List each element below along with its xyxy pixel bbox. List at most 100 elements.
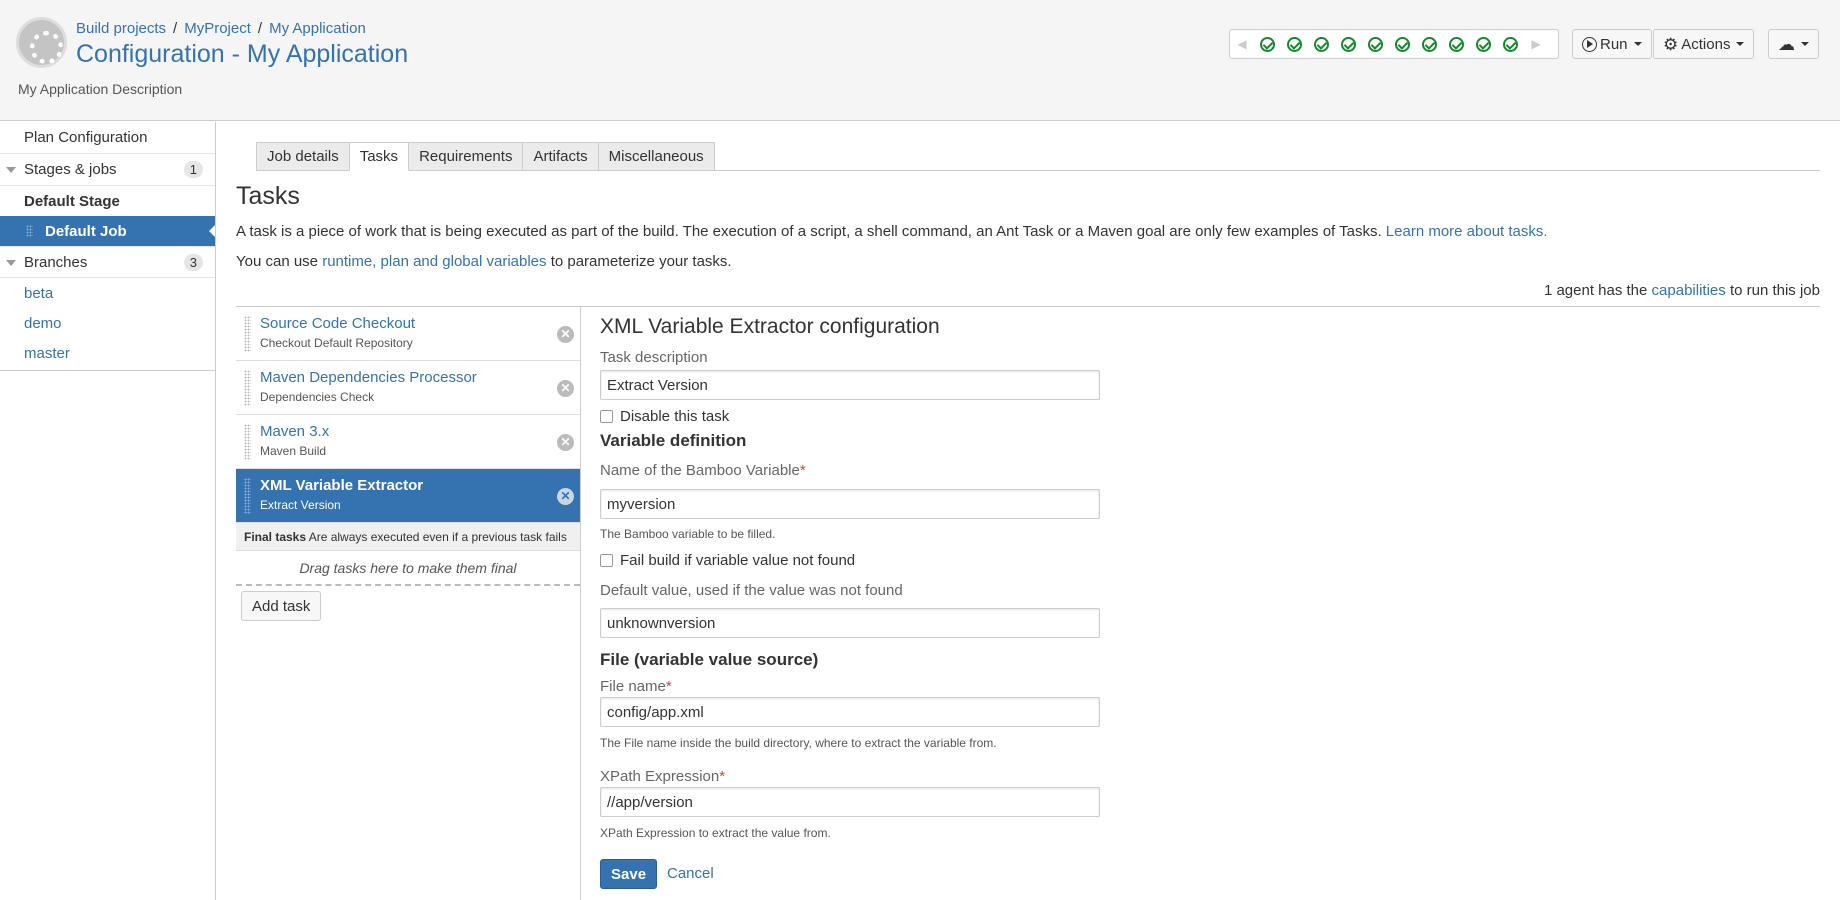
task-name[interactable]: Source Code Checkout bbox=[260, 315, 580, 332]
task-item[interactable]: Maven 3.x Maven Build ✕ bbox=[236, 415, 580, 469]
play-icon bbox=[1582, 36, 1597, 52]
tasks-intro: A task is a piece of work that is being … bbox=[236, 223, 1548, 240]
tab-miscellaneous[interactable]: Miscellaneous bbox=[597, 142, 715, 171]
sidebar-item-job[interactable]: Default Job bbox=[0, 216, 215, 246]
project-avatar-icon[interactable] bbox=[16, 17, 67, 68]
variable-definition-heading: Variable definition bbox=[600, 431, 747, 450]
tab-tasks[interactable]: Tasks bbox=[348, 142, 410, 171]
learn-more-link[interactable]: Learn more about tasks. bbox=[1386, 223, 1548, 240]
chevron-down-icon bbox=[1801, 42, 1809, 46]
checkbox[interactable] bbox=[600, 554, 613, 567]
branches-count-badge: 3 bbox=[183, 254, 203, 271]
build-status-item[interactable] bbox=[1362, 36, 1389, 52]
final-tasks-drop-zone[interactable]: Drag tasks here to make them final bbox=[236, 551, 580, 586]
build-status-item[interactable] bbox=[1497, 36, 1524, 52]
xpath-input[interactable] bbox=[600, 787, 1100, 817]
collapse-triangle-icon bbox=[6, 167, 16, 173]
sidebar-item-stage[interactable]: Default Stage bbox=[0, 186, 215, 216]
variables-link[interactable]: runtime, plan and global variables bbox=[322, 253, 546, 270]
breadcrumb-build-projects[interactable]: Build projects bbox=[76, 20, 166, 37]
required-marker: * bbox=[719, 768, 726, 785]
cloud-upload-icon: ☁ bbox=[1778, 34, 1795, 54]
build-status-item[interactable] bbox=[1416, 36, 1443, 52]
file-name-input[interactable] bbox=[600, 697, 1100, 727]
plan-config-sidebar: Plan Configuration Stages & jobs 1 Defau… bbox=[0, 122, 216, 900]
xpath-label: XPath Expression* bbox=[600, 768, 726, 785]
chevron-down-icon bbox=[1736, 42, 1745, 46]
disable-task-checkbox[interactable]: Disable this task bbox=[600, 408, 729, 425]
remove-task-icon[interactable]: ✕ bbox=[557, 434, 574, 451]
checkbox[interactable] bbox=[600, 410, 613, 423]
task-description-input[interactable] bbox=[600, 370, 1100, 400]
task-name[interactable]: Maven Dependencies Processor bbox=[260, 369, 580, 386]
tabs-divider bbox=[256, 170, 1820, 171]
breadcrumb-project[interactable]: MyProject bbox=[184, 20, 251, 37]
stages-count-badge: 1 bbox=[183, 161, 203, 178]
capabilities-link[interactable]: capabilities bbox=[1652, 282, 1726, 299]
branch-list: beta demo master bbox=[0, 278, 215, 371]
deploy-button[interactable]: ☁ bbox=[1768, 29, 1819, 59]
build-status-item[interactable] bbox=[1470, 36, 1497, 52]
task-description-label: Task description bbox=[600, 349, 708, 366]
remove-task-icon[interactable]: ✕ bbox=[557, 488, 574, 505]
build-history-strip: ◀ ▶ bbox=[1229, 29, 1559, 59]
task-description: Extract Version bbox=[260, 498, 341, 512]
run-button[interactable]: Run bbox=[1572, 29, 1652, 59]
success-icon bbox=[1287, 36, 1302, 52]
sidebar-section-branches[interactable]: Branches 3 bbox=[0, 246, 215, 278]
build-status-item[interactable] bbox=[1281, 36, 1308, 52]
remove-task-icon[interactable]: ✕ bbox=[557, 326, 574, 343]
drag-handle-icon[interactable] bbox=[244, 370, 251, 406]
final-tasks-bar: Final tasks Are always executed even if … bbox=[236, 523, 580, 551]
tab-artifacts[interactable]: Artifacts bbox=[522, 142, 599, 171]
task-item[interactable]: Maven Dependencies Processor Dependencie… bbox=[236, 361, 580, 415]
previous-builds-icon[interactable]: ◀ bbox=[1230, 37, 1254, 51]
sidebar-item-plan-configuration[interactable]: Plan Configuration bbox=[0, 122, 215, 154]
build-status-item[interactable] bbox=[1443, 36, 1470, 52]
task-name[interactable]: Maven 3.x bbox=[260, 423, 580, 440]
success-icon bbox=[1368, 36, 1383, 52]
task-list: Source Code Checkout Checkout Default Re… bbox=[236, 307, 581, 900]
build-status-item[interactable] bbox=[1254, 36, 1281, 52]
sidebar-section-stages[interactable]: Stages & jobs 1 bbox=[0, 154, 215, 186]
sidebar-item-branch[interactable]: beta bbox=[0, 278, 215, 308]
cancel-button[interactable]: Cancel bbox=[667, 865, 714, 882]
fail-build-checkbox[interactable]: Fail build if variable value not found bbox=[600, 552, 855, 569]
success-icon bbox=[1476, 36, 1491, 52]
breadcrumb-plan[interactable]: My Application bbox=[269, 20, 366, 37]
breadcrumb: Build projects / MyProject / My Application bbox=[76, 20, 366, 37]
drag-handle-icon[interactable] bbox=[244, 316, 251, 352]
success-icon bbox=[1314, 36, 1329, 52]
drag-handle-icon[interactable] bbox=[244, 424, 251, 460]
file-name-hint: The File name inside the build directory… bbox=[600, 736, 997, 750]
page-description: My Application Description bbox=[18, 81, 183, 97]
variables-note: You can use runtime, plan and global var… bbox=[236, 253, 732, 270]
build-status-item[interactable] bbox=[1335, 36, 1362, 52]
gear-icon: ⚙ bbox=[1663, 34, 1679, 54]
variable-name-input[interactable] bbox=[600, 489, 1100, 519]
task-item[interactable]: Source Code Checkout Checkout Default Re… bbox=[236, 307, 580, 361]
success-icon bbox=[1422, 36, 1437, 52]
drag-handle-icon[interactable] bbox=[244, 478, 251, 514]
drag-handle-icon[interactable] bbox=[26, 225, 33, 237]
remove-task-icon[interactable]: ✕ bbox=[557, 380, 574, 397]
page-header: Build projects / MyProject / My Application … bbox=[0, 0, 1840, 121]
task-description: Checkout Default Repository bbox=[260, 336, 413, 350]
file-name-label: File name* bbox=[600, 678, 672, 695]
save-button[interactable]: Save bbox=[600, 859, 658, 889]
default-value-input[interactable] bbox=[600, 608, 1100, 638]
tasks-heading: Tasks bbox=[236, 182, 300, 210]
next-builds-icon[interactable]: ▶ bbox=[1524, 37, 1548, 51]
add-task-button[interactable]: Add task bbox=[241, 591, 322, 621]
build-status-item[interactable] bbox=[1389, 36, 1416, 52]
task-name[interactable]: XML Variable Extractor bbox=[260, 477, 580, 494]
tab-job-details[interactable]: Job details bbox=[256, 142, 350, 171]
task-item-selected[interactable]: XML Variable Extractor Extract Version ✕ bbox=[236, 469, 580, 523]
sidebar-item-branch[interactable]: demo bbox=[0, 308, 215, 338]
sidebar-item-branch[interactable]: master bbox=[0, 338, 215, 368]
actions-button[interactable]: ⚙ Actions bbox=[1653, 29, 1755, 59]
tab-requirements[interactable]: Requirements bbox=[408, 142, 524, 171]
default-value-label: Default value, used if the value was not… bbox=[600, 582, 903, 599]
config-title: XML Variable Extractor configuration bbox=[600, 315, 940, 338]
build-status-item[interactable] bbox=[1308, 36, 1335, 52]
